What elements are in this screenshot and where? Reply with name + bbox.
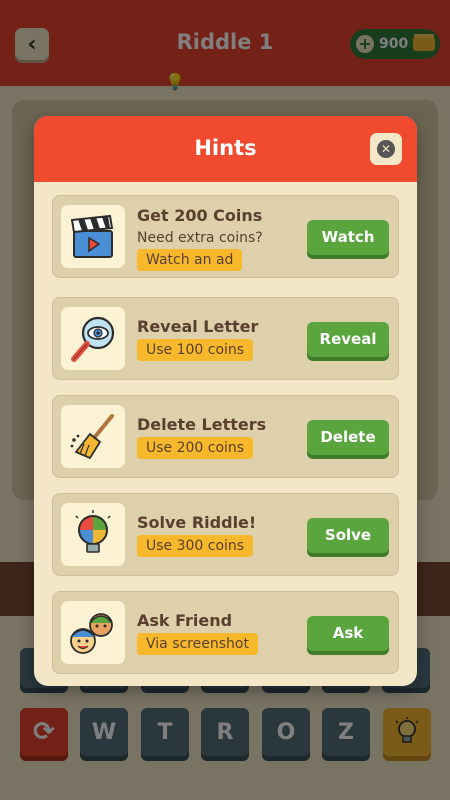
hint-title: Solve Riddle!: [137, 513, 257, 532]
watch-button[interactable]: Watch: [307, 220, 389, 255]
hint-row-reveal-letter: Reveal Letter Use 100 coins Reveal: [52, 297, 399, 380]
hint-title: Ask Friend: [137, 611, 233, 630]
hint-row-solve-riddle: Solve Riddle! Use 300 coins Solve: [52, 493, 399, 576]
ask-button[interactable]: Ask: [307, 616, 389, 651]
magnifier-eye-icon: [61, 307, 125, 370]
hint-title: Delete Letters: [137, 415, 267, 434]
hint-title: Reveal Letter: [137, 317, 259, 336]
friends-icon: [61, 601, 125, 664]
close-button[interactable]: ✕: [370, 133, 402, 165]
hint-row-ask-friend: Ask Friend Via screenshot Ask: [52, 591, 399, 674]
modal-header: Hints ✕: [34, 116, 417, 182]
hint-cost-tag: Watch an ad: [137, 249, 243, 271]
hint-row-get-coins: Get 200 Coins Need extra coins? Watch an…: [52, 195, 399, 278]
hint-title: Get 200 Coins: [137, 206, 263, 225]
hint-subtitle: Need extra coins?: [137, 230, 263, 246]
hint-row-delete-letters: Delete Letters Use 200 coins Delete: [52, 395, 399, 478]
puzzle-bulb-icon: [61, 503, 125, 566]
hint-cost-tag: Use 200 coins: [137, 437, 254, 459]
hint-cost-tag: Via screenshot: [137, 633, 258, 655]
hints-modal: Hints ✕ Get 200 Coins Need extra coins? …: [34, 116, 417, 686]
modal-title: Hints: [194, 136, 257, 160]
close-icon: ✕: [377, 140, 395, 158]
delete-button[interactable]: Delete: [307, 420, 389, 455]
solve-button[interactable]: Solve: [307, 518, 389, 553]
clapperboard-icon: [61, 205, 125, 268]
reveal-button[interactable]: Reveal: [307, 322, 389, 357]
hint-cost-tag: Use 100 coins: [137, 339, 254, 361]
hint-cost-tag: Use 300 coins: [137, 535, 254, 557]
broom-icon: [61, 405, 125, 468]
